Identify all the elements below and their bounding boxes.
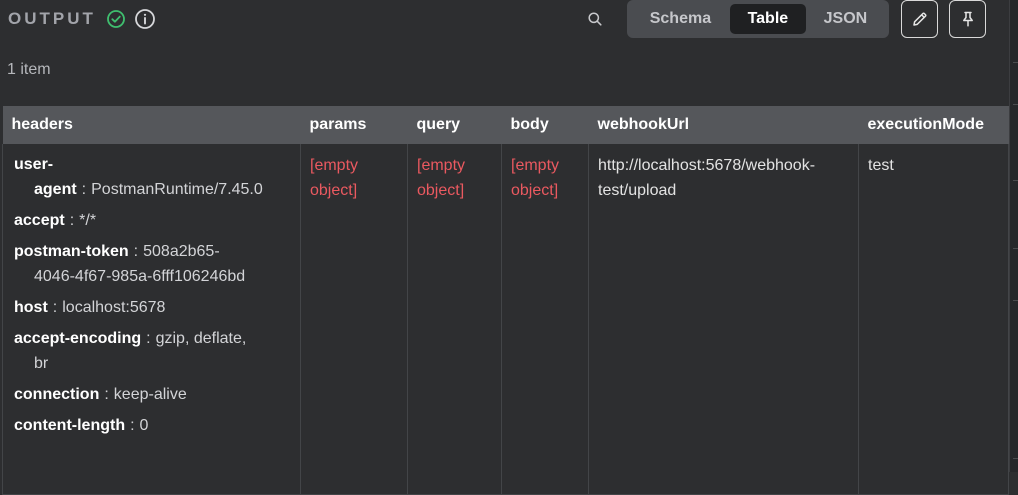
header-separator: : <box>104 386 109 403</box>
output-table: headers params query body webhookUrl exe… <box>2 106 1009 495</box>
output-title: OUTPUT <box>8 9 96 28</box>
header-key: accept-encoding <box>14 330 142 347</box>
search-icon[interactable] <box>587 11 603 27</box>
header-value: localhost:5678 <box>62 299 166 316</box>
edit-button[interactable] <box>901 0 938 38</box>
header-separator: : <box>146 330 151 347</box>
header-key: host <box>14 299 48 316</box>
pin-icon <box>962 11 973 27</box>
header-value: 0 <box>139 417 149 434</box>
executionmode-value: test <box>868 157 894 174</box>
header-separator: : <box>52 299 58 316</box>
header-entry-accept-encoding: accept-encoding: gzip, deflate, br <box>14 326 290 376</box>
success-check-icon <box>106 10 125 28</box>
header-entry-host: host: localhost:5678 <box>14 295 290 320</box>
header-entry-content-length: content-length:0 <box>14 413 290 438</box>
header-separator: : <box>133 243 139 260</box>
header-separator: : <box>81 181 87 198</box>
header-value: 508a2b65- <box>143 243 220 260</box>
header-value: gzip, deflate, <box>155 330 247 347</box>
webhookurl-value: http://localhost:5678/webhook-test/uploa… <box>598 157 816 199</box>
header-key: postman-token <box>14 243 129 260</box>
column-header-webhookurl[interactable]: webhookUrl <box>588 106 859 144</box>
query-value: [empty object] <box>417 157 466 199</box>
column-header-executionmode[interactable]: executionMode <box>858 106 1009 144</box>
edge-tick <box>1013 458 1018 459</box>
column-header-headers[interactable]: headers <box>2 106 301 144</box>
output-header: OUTPUT <box>8 8 156 30</box>
header-key: user- <box>14 156 54 173</box>
webhookurl-cell: http://localhost:5678/webhook-test/uploa… <box>588 144 859 495</box>
right-panel-edge <box>1009 0 1018 472</box>
header-value: */* <box>79 212 97 229</box>
header-key: accept <box>14 212 65 229</box>
header-value: PostmanRuntime/7.45.0 <box>91 181 263 198</box>
edge-tick <box>1013 248 1018 249</box>
header-value: 4046-4f67-985a-6fff106246bd <box>34 268 246 285</box>
tab-json[interactable]: JSON <box>806 4 885 34</box>
tab-schema[interactable]: Schema <box>631 4 730 34</box>
tab-table[interactable]: Table <box>729 4 806 34</box>
edge-tick <box>1013 62 1018 63</box>
table-header-row: headers params query body webhookUrl exe… <box>2 106 1009 144</box>
header-key: connection <box>14 386 100 403</box>
pencil-icon <box>912 12 927 26</box>
column-header-query[interactable]: query <box>407 106 502 144</box>
params-cell: [empty object] <box>300 144 408 495</box>
header-entry-connection: connection: keep-alive <box>14 382 290 407</box>
header-key: agent <box>34 181 77 198</box>
edge-tick <box>1013 180 1018 181</box>
query-cell: [empty object] <box>407 144 502 495</box>
edge-tick <box>1013 300 1018 301</box>
column-header-body[interactable]: body <box>501 106 589 144</box>
header-separator: : <box>69 212 75 229</box>
headers-cell: user- agent: PostmanRuntime/7.45.0 accept… <box>2 144 301 495</box>
item-count: 1 item <box>7 61 51 78</box>
info-icon[interactable] <box>134 8 156 30</box>
header-value: keep-alive <box>113 386 187 403</box>
header-value: br <box>34 355 49 372</box>
header-separator: : <box>130 417 135 434</box>
column-header-params[interactable]: params <box>300 106 408 144</box>
body-value: [empty object] <box>511 157 560 199</box>
executionmode-cell: test <box>858 144 1009 495</box>
table-row: user- agent: PostmanRuntime/7.45.0 accept… <box>2 144 1009 495</box>
params-value: [empty object] <box>310 157 359 199</box>
view-mode-toggle: Schema Table JSON <box>627 0 889 38</box>
pin-button[interactable] <box>949 0 986 38</box>
header-key: content-length <box>14 417 126 434</box>
body-cell: [empty object] <box>501 144 589 495</box>
header-entry-user-agent: user- agent: PostmanRuntime/7.45.0 <box>14 152 290 202</box>
header-entry-accept: accept: */* <box>14 208 290 233</box>
edge-tick <box>1013 104 1018 105</box>
header-entry-postman-token: postman-token:508a2b65- 4046-4f67-985a-6… <box>14 239 290 289</box>
